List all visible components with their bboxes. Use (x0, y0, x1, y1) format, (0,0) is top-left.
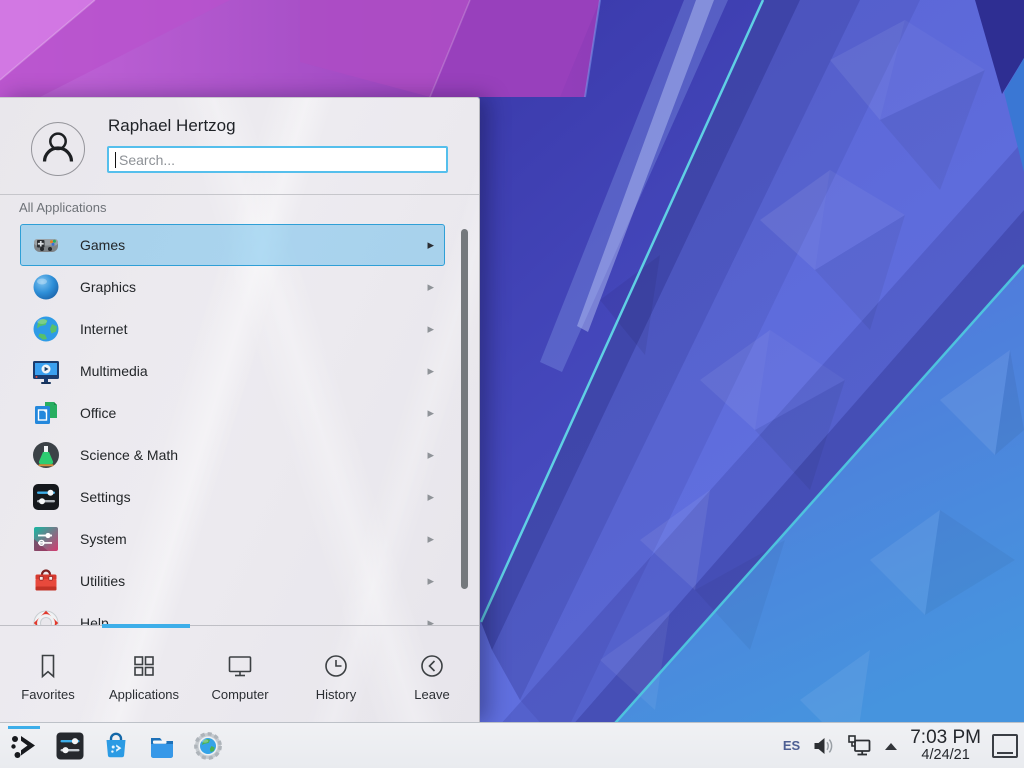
speaker-icon[interactable] (811, 734, 835, 758)
discover-bag-icon (100, 730, 132, 762)
flask-icon (30, 439, 62, 471)
tab-leave[interactable]: Leave (384, 629, 480, 723)
launcher-tabbar: Favorites Applications Computer (0, 629, 480, 723)
sliders-icon (30, 481, 62, 513)
tab-label: Applications (109, 687, 179, 702)
network-wired-icon[interactable] (846, 733, 872, 759)
tab-label: Leave (414, 687, 449, 702)
header-divider (0, 194, 479, 195)
search-placeholder: Search... (119, 152, 175, 168)
caret-up-icon[interactable] (883, 740, 899, 752)
list-scrollbar[interactable] (461, 229, 468, 589)
kde-launcher-icon (8, 730, 40, 762)
category-item-system[interactable]: System ▸ (20, 518, 445, 560)
category-label: Multimedia (80, 363, 148, 379)
category-label: Settings (80, 489, 131, 505)
category-label: System (80, 531, 127, 547)
monitor-play-icon (30, 355, 62, 387)
tab-computer[interactable]: Computer (192, 629, 288, 723)
monitor-icon (225, 651, 255, 681)
gamepad-icon (30, 229, 62, 261)
clock-icon (321, 651, 351, 681)
category-label: Utilities (80, 573, 125, 589)
submenu-arrow-icon: ▸ (427, 321, 434, 337)
category-item-utilities[interactable]: Utilities ▸ (20, 560, 445, 602)
submenu-arrow-icon: ▸ (427, 447, 434, 463)
taskbar-launchers (0, 730, 224, 762)
leave-icon (417, 651, 447, 681)
category-label: Internet (80, 321, 127, 337)
discover-button[interactable] (100, 730, 132, 762)
section-label: All Applications (19, 200, 106, 215)
grid-icon (129, 651, 159, 681)
category-item-multimedia[interactable]: Multimedia ▸ (20, 350, 445, 392)
clock-time: 7:03 PM (910, 728, 981, 748)
category-item-science-math[interactable]: Science & Math ▸ (20, 434, 445, 476)
user-avatar[interactable] (31, 122, 85, 176)
category-label: Office (80, 405, 116, 421)
application-launcher-panel: Raphael Hertzog Search... All Applicatio… (0, 97, 480, 722)
category-label: Graphics (80, 279, 136, 295)
desktop: Raphael Hertzog Search... All Applicatio… (0, 0, 1024, 768)
system-settings-button[interactable] (54, 730, 86, 762)
documents-icon (30, 397, 62, 429)
dolphin-folder-icon (146, 730, 178, 762)
tab-label: Computer (211, 687, 268, 702)
submenu-arrow-icon: ▸ (427, 363, 434, 379)
globe-icon (30, 313, 62, 345)
category-item-internet[interactable]: Internet ▸ (20, 308, 445, 350)
category-label: Science & Math (80, 447, 178, 463)
lifebuoy-icon (30, 607, 62, 625)
active-tab-indicator (102, 624, 190, 628)
tab-applications[interactable]: Applications (96, 629, 192, 723)
category-list: Games ▸ Graphics ▸ (0, 222, 480, 625)
submenu-arrow-icon: ▸ (427, 489, 434, 505)
submenu-arrow-icon: ▸ (427, 237, 434, 253)
sphere-icon (30, 271, 62, 303)
system-sliders-icon (30, 523, 62, 555)
konqueror-globe-icon (192, 730, 224, 762)
show-desktop-button[interactable] (992, 734, 1018, 758)
file-manager-button[interactable] (146, 730, 178, 762)
submenu-arrow-icon: ▸ (427, 405, 434, 421)
taskbar: ES 7:03 PM 4/24/21 (0, 722, 1024, 768)
tab-history[interactable]: History (288, 629, 384, 723)
system-tray: ES 7:03 PM 4/24/21 (783, 728, 1024, 763)
user-icon (32, 123, 84, 175)
toolbox-icon (30, 565, 62, 597)
tab-favorites[interactable]: Favorites (0, 629, 96, 723)
footer-divider (0, 625, 479, 626)
submenu-arrow-icon: ▸ (427, 279, 434, 295)
system-settings-icon (54, 730, 86, 762)
digital-clock[interactable]: 7:03 PM 4/24/21 (910, 728, 981, 763)
user-name: Raphael Hertzog (108, 116, 236, 136)
clock-date: 4/24/21 (910, 748, 981, 763)
bookmark-icon (33, 651, 63, 681)
category-item-graphics[interactable]: Graphics ▸ (20, 266, 445, 308)
submenu-arrow-icon: ▸ (427, 531, 434, 547)
category-label: Games (80, 237, 125, 253)
category-item-settings[interactable]: Settings ▸ (20, 476, 445, 518)
web-browser-button[interactable] (192, 730, 224, 762)
application-launcher-button[interactable] (8, 730, 40, 762)
submenu-arrow-icon: ▸ (427, 615, 434, 625)
search-input[interactable]: Search... (107, 146, 448, 173)
category-item-office[interactable]: Office ▸ (20, 392, 445, 434)
submenu-arrow-icon: ▸ (427, 573, 434, 589)
keyboard-layout-indicator[interactable]: ES (783, 738, 800, 753)
tab-label: History (316, 687, 356, 702)
category-item-help[interactable]: Help ▸ (20, 602, 445, 625)
category-item-games[interactable]: Games ▸ (20, 224, 445, 266)
text-caret (115, 152, 116, 168)
tab-label: Favorites (21, 687, 74, 702)
